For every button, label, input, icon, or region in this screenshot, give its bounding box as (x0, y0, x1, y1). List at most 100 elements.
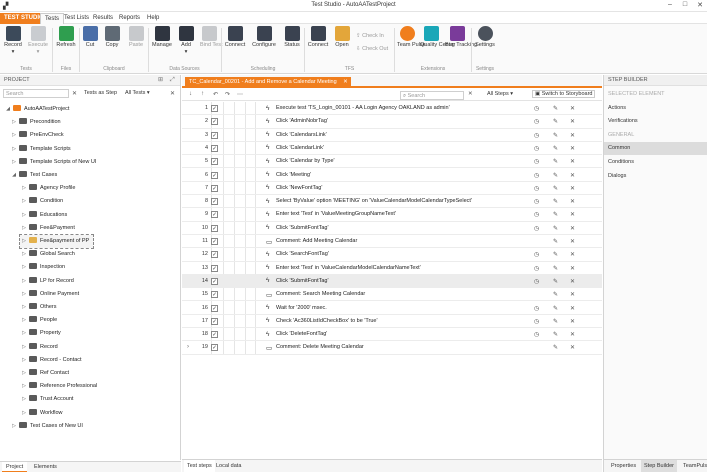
timer-icon[interactable]: ◷ (534, 265, 539, 272)
edit-icon[interactable]: ✎ (553, 318, 558, 325)
close-icon[interactable]: ✕ (570, 344, 575, 351)
step-enabled-checkbox[interactable]: ✓ (211, 264, 218, 272)
collapsed-arrow-icon[interactable]: ▷ (20, 367, 28, 380)
collapsed-arrow-icon[interactable]: ▷ (10, 129, 18, 142)
edit-icon[interactable]: ✎ (553, 105, 558, 112)
tree-item[interactable]: ▷ Template Scripts (10, 143, 71, 156)
collapsed-arrow-icon[interactable]: ▷ (20, 288, 28, 301)
edit-icon[interactable]: ✎ (553, 132, 558, 139)
collapsed-arrow-icon[interactable]: ▷ (20, 301, 28, 314)
settings-button[interactable]: Settings (474, 26, 496, 49)
collapsed-arrow-icon[interactable]: ▷ (20, 261, 28, 274)
step-row[interactable]: 2 ✓ ϟ Click 'AdminNobrTag' ◷ ✎ ✕ (182, 115, 602, 129)
step-enabled-checkbox[interactable]: ✓ (211, 238, 218, 245)
timer-icon[interactable]: ◷ (534, 251, 539, 258)
step-row[interactable]: 14 ✓ ϟ Click 'SubmitFontTag' ◷ ✎ ✕ (182, 274, 602, 289)
close-tab-icon[interactable]: ✕ (343, 77, 348, 88)
paste-button[interactable]: Paste (126, 26, 146, 49)
tab-elements[interactable]: Elements (30, 462, 61, 472)
tree-item[interactable]: ▷ Educations (20, 209, 67, 222)
step-enabled-checkbox[interactable]: ✓ (211, 251, 218, 259)
tree-item[interactable]: ▷ Property (20, 327, 61, 340)
close-icon[interactable]: ✕ (570, 291, 575, 298)
steps-filter-dropdown[interactable]: All Steps ▾ (487, 91, 513, 97)
tree-item[interactable]: ▷ Test Cases of New UI (10, 420, 83, 433)
edit-icon[interactable]: ✎ (553, 118, 558, 125)
tab-teampulse[interactable]: TeamPulse (680, 460, 707, 472)
tree-item[interactable]: ▷ PreEnvCheck (10, 129, 64, 142)
close-icon[interactable]: ✕ (570, 305, 575, 312)
step-enabled-checkbox[interactable]: ✓ (211, 184, 218, 192)
close-icon[interactable]: ✕ (570, 318, 575, 325)
bug-tracking-button[interactable]: Bug Tracking (445, 26, 477, 49)
timer-icon[interactable]: ◷ (534, 198, 539, 205)
close-icon[interactable]: ✕ (570, 185, 575, 192)
tab-reports[interactable]: Reports (115, 13, 144, 24)
step-enabled-checkbox[interactable]: ✓ (211, 344, 218, 352)
undo-icon[interactable]: ↶ (213, 91, 218, 98)
close-icon[interactable]: ✕ (570, 198, 575, 205)
configure-button[interactable]: Configure (251, 26, 277, 49)
step-row[interactable]: 6 ✓ ϟ Click 'Meeting' ◷ ✎ ✕ (182, 169, 602, 182)
collapsed-arrow-icon[interactable]: ▷ (20, 380, 28, 393)
step-enabled-checkbox[interactable]: ✓ (211, 331, 218, 339)
collapsed-arrow-icon[interactable]: ▷ (20, 314, 28, 327)
tree-item[interactable]: ▷ Record (20, 341, 58, 354)
collapsed-arrow-icon[interactable]: ▷ (20, 248, 28, 261)
step-builder-item[interactable]: Dialogs (604, 170, 707, 183)
step-enabled-checkbox[interactable]: ✓ (211, 291, 218, 299)
tree-item[interactable]: ▷ Fee&Payment (20, 222, 75, 235)
expanded-arrow-icon[interactable]: ◢ (10, 169, 18, 182)
redo-icon[interactable]: ↷ (225, 91, 230, 98)
step-row[interactable]: 5 ✓ ϟ Click 'Calendar by Type' ◷ ✎ ✕ (182, 155, 602, 169)
collapsed-arrow-icon[interactable]: ▷ (10, 420, 18, 433)
step-row[interactable]: 18 ✓ ϟ Click 'DeleteFontTag' ◷ ✎ ✕ (182, 328, 602, 342)
collapse-all-icon[interactable]: ✕ (170, 90, 175, 97)
tree-item[interactable]: ▷ Trust Account (20, 393, 73, 406)
close-icon[interactable]: ✕ (570, 105, 575, 112)
timer-icon[interactable]: ◷ (534, 211, 539, 218)
step-row[interactable]: 9 ✓ ϟ Enter text 'Test' in 'ValueMeetingGro… (182, 208, 602, 222)
tab-project[interactable]: Project (2, 462, 28, 472)
step-row[interactable]: 4 ✓ ϟ Click 'CalendarLink' ◷ ✎ ✕ (182, 142, 602, 156)
tab-results[interactable]: Results (89, 13, 117, 24)
collapsed-arrow-icon[interactable]: ▷ (20, 222, 28, 235)
tree-item[interactable]: ▷ Agency Profile (20, 182, 75, 195)
quality-center-button[interactable]: Quality Center (420, 26, 455, 49)
tab-properties[interactable]: Properties (608, 460, 639, 472)
close-icon[interactable]: ✕ (694, 1, 706, 11)
all-tests-dropdown[interactable]: All Tests ▾ (125, 90, 150, 96)
step-row[interactable]: 11 ✓ ▭ Comment: Add Meeting Calendar ✎ ✕ (182, 235, 602, 249)
move-up-icon[interactable]: ↑ (201, 91, 204, 97)
tree-item-selected[interactable]: ▷ Fee&payment of PP (18, 234, 95, 249)
status-button[interactable]: Status (282, 26, 302, 49)
edit-icon[interactable]: ✎ (553, 145, 558, 152)
collapsed-arrow-icon[interactable]: ▷ (20, 195, 28, 208)
edit-icon[interactable]: ✎ (553, 211, 558, 218)
tree-item[interactable]: ▷ Precondition (10, 116, 61, 129)
timer-icon[interactable]: ◷ (534, 278, 539, 285)
timer-icon[interactable]: ◷ (534, 225, 539, 232)
minimize-icon[interactable]: – (664, 1, 676, 11)
step-builder-item[interactable]: Actions (604, 102, 707, 115)
tree-root[interactable]: ◢ AutoAATestProject (4, 103, 69, 116)
edit-icon[interactable]: ✎ (553, 291, 558, 298)
tree-item[interactable]: ▷ LP for Record (20, 275, 74, 288)
tree-item[interactable]: ▷ Inspection (20, 261, 65, 274)
timer-icon[interactable]: ◷ (534, 318, 539, 325)
maximize-icon[interactable]: □ (679, 1, 691, 11)
step-row[interactable]: 10 ✓ ϟ Click 'SubmitFontTag' ◷ ✎ ✕ (182, 222, 602, 235)
timer-icon[interactable]: ◷ (534, 172, 539, 179)
pin-icon[interactable]: ⊞ (158, 75, 163, 86)
close-icon[interactable]: ✕ (570, 145, 575, 152)
timer-icon[interactable]: ◷ (534, 132, 539, 139)
expand-icon[interactable]: ⤢ (170, 75, 175, 86)
tree-item[interactable]: ▷ Online Payment (20, 288, 79, 301)
collapsed-arrow-icon[interactable]: ▷ (10, 156, 18, 169)
timer-icon[interactable]: ◷ (534, 158, 539, 165)
clear-search-icon[interactable]: ✕ (72, 90, 77, 97)
expanded-arrow-icon[interactable]: ◢ (4, 103, 12, 116)
close-icon[interactable]: ✕ (570, 225, 575, 232)
close-icon[interactable]: ✕ (570, 251, 575, 258)
collapsed-arrow-icon[interactable]: ▷ (20, 354, 28, 367)
